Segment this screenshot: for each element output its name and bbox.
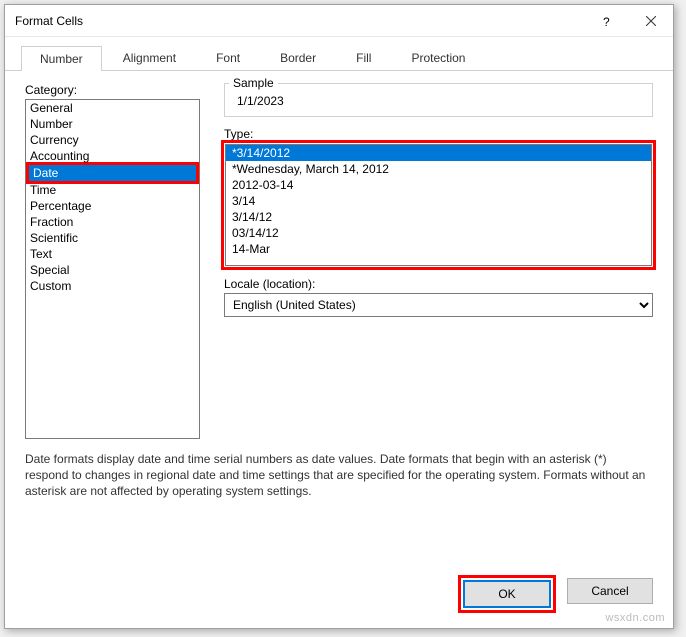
type-label: Type:	[224, 127, 653, 141]
close-icon	[646, 16, 656, 26]
list-item[interactable]: Time	[26, 182, 199, 198]
close-button[interactable]	[629, 6, 673, 36]
sample-label: Sample	[229, 76, 278, 90]
list-item[interactable]: 3/14/12	[226, 209, 651, 225]
list-item[interactable]: Scientific	[26, 230, 199, 246]
content-area: Category: General Number Currency Accoun…	[5, 71, 673, 562]
tabs: Number Alignment Font Border Fill Protec…	[5, 37, 673, 71]
locale-select[interactable]: English (United States)	[224, 293, 653, 317]
list-item[interactable]: 14-Mar	[226, 241, 651, 257]
description-text: Date formats display date and time seria…	[25, 439, 653, 500]
list-item-selected[interactable]: Date	[29, 165, 196, 181]
cancel-button[interactable]: Cancel	[567, 578, 653, 604]
list-item[interactable]: Percentage	[26, 198, 199, 214]
list-item[interactable]: General	[26, 100, 199, 116]
svg-text:?: ?	[603, 15, 610, 27]
tab-alignment[interactable]: Alignment	[104, 45, 195, 70]
tab-protection[interactable]: Protection	[392, 45, 484, 70]
sample-value: 1/1/2023	[233, 94, 644, 108]
format-cells-dialog: Format Cells ? Number Alignment Font Bor…	[4, 4, 674, 629]
list-item[interactable]: 03/14/12	[226, 225, 651, 241]
help-icon: ?	[601, 15, 613, 27]
list-item[interactable]: Currency	[26, 132, 199, 148]
tab-number[interactable]: Number	[21, 46, 102, 71]
list-item[interactable]: 2012-03-14	[226, 177, 651, 193]
list-item[interactable]: Text	[26, 246, 199, 262]
ok-button[interactable]: OK	[464, 581, 550, 607]
tab-font[interactable]: Font	[197, 45, 259, 70]
list-item[interactable]: *Wednesday, March 14, 2012	[226, 161, 651, 177]
help-button[interactable]: ?	[585, 6, 629, 36]
list-item[interactable]: Custom	[26, 278, 199, 294]
list-item[interactable]: Number	[26, 116, 199, 132]
tab-border[interactable]: Border	[261, 45, 335, 70]
type-listbox[interactable]: *3/14/2012 *Wednesday, March 14, 2012 20…	[225, 144, 652, 266]
list-item[interactable]: Special	[26, 262, 199, 278]
locale-label: Locale (location):	[224, 277, 653, 291]
tab-fill[interactable]: Fill	[337, 45, 390, 70]
category-label: Category:	[25, 83, 200, 97]
list-item-selected[interactable]: *3/14/2012	[226, 145, 651, 161]
sample-group: Sample 1/1/2023	[224, 83, 653, 117]
button-row: OK Cancel	[5, 562, 673, 628]
titlebar: Format Cells ?	[5, 5, 673, 37]
list-item[interactable]: 3/14	[226, 193, 651, 209]
list-item[interactable]: Fraction	[26, 214, 199, 230]
category-listbox[interactable]: General Number Currency Accounting Date …	[25, 99, 200, 439]
dialog-title: Format Cells	[15, 14, 585, 28]
